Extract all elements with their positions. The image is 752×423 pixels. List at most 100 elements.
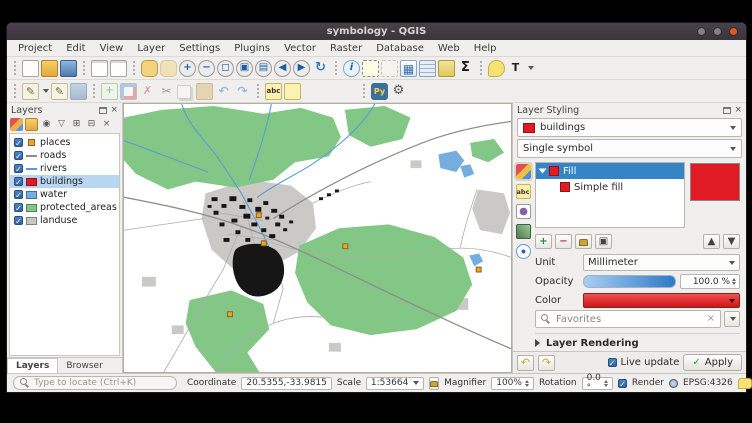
- style-undo-button[interactable]: ↶: [517, 355, 534, 371]
- pan-map-icon[interactable]: [141, 60, 158, 77]
- vertex-tool-icon[interactable]: [120, 83, 137, 100]
- spin-up-icon[interactable]: [525, 380, 529, 383]
- duplicate-symbol-layer-button[interactable]: ▣: [595, 234, 612, 249]
- layer-row-water[interactable]: ✓ water: [10, 188, 119, 201]
- undo-icon[interactable]: ↶: [215, 83, 232, 100]
- spin-arrows[interactable]: [525, 380, 529, 387]
- symbology-tab-icon[interactable]: [516, 164, 531, 179]
- menu-edit[interactable]: Edit: [59, 42, 92, 55]
- toolbar-handle[interactable]: [257, 84, 259, 98]
- spin-down-icon[interactable]: [732, 282, 736, 285]
- symbol-type-select[interactable]: Single symbol: [517, 139, 742, 158]
- zoom-to-selection-icon[interactable]: ▣: [236, 60, 253, 77]
- measure-icon[interactable]: [438, 60, 455, 77]
- text-annotation-icon[interactable]: T: [507, 60, 524, 77]
- menu-web[interactable]: Web: [431, 42, 467, 55]
- toolbar-handle[interactable]: [93, 84, 95, 98]
- menu-project[interactable]: Project: [11, 42, 59, 55]
- spin-down-icon[interactable]: [525, 384, 529, 387]
- layer-checkbox[interactable]: ✓: [14, 203, 23, 212]
- clear-search-icon[interactable]: ×: [707, 314, 715, 324]
- zoom-last-icon[interactable]: ◀: [274, 60, 291, 77]
- pan-to-selection-icon[interactable]: [160, 60, 177, 77]
- new-print-layout-icon[interactable]: [91, 60, 108, 77]
- layer-checkbox[interactable]: ✓: [14, 177, 23, 186]
- zoom-in-icon[interactable]: +: [179, 60, 196, 77]
- layer-row-landuse[interactable]: ✓ landuse: [10, 214, 119, 227]
- current-edits-dropdown-arrow[interactable]: [43, 89, 49, 93]
- refresh-map-icon[interactable]: ↻: [312, 60, 329, 77]
- menu-plugins[interactable]: Plugins: [227, 42, 277, 55]
- layer-rendering-section[interactable]: Layer Rendering: [535, 333, 740, 352]
- favorites-search[interactable]: Favorites ×: [535, 310, 721, 328]
- live-update-checkbox[interactable]: ✓: [608, 358, 617, 367]
- coordinate-field[interactable]: 20.5355,-33.9815: [241, 377, 332, 390]
- close-button[interactable]: [729, 27, 738, 36]
- filter-legend-icon[interactable]: ▽: [55, 118, 68, 131]
- save-project-icon[interactable]: [60, 60, 77, 77]
- close-panel-icon[interactable]: ×: [110, 106, 118, 114]
- spin-arrows[interactable]: [732, 278, 736, 285]
- layer-row-buildings[interactable]: ✓ buildings: [10, 175, 119, 188]
- move-symbol-down-button[interactable]: ▼: [723, 234, 740, 249]
- add-symbol-layer-button[interactable]: +: [535, 234, 552, 249]
- delete-selected-icon[interactable]: ✗: [139, 83, 156, 100]
- manage-map-themes-icon[interactable]: ◉: [40, 118, 53, 131]
- render-checkbox[interactable]: ✓: [618, 379, 627, 388]
- minimize-button[interactable]: [697, 27, 706, 36]
- color-button[interactable]: [583, 293, 740, 308]
- labels-tab-icon[interactable]: abc: [516, 184, 531, 199]
- toolbar-handle[interactable]: [480, 61, 482, 75]
- opacity-slider[interactable]: [583, 275, 676, 288]
- log-messages-icon[interactable]: [488, 60, 505, 77]
- add-feature-icon[interactable]: +: [101, 83, 118, 100]
- menu-help[interactable]: Help: [467, 42, 504, 55]
- crs-button[interactable]: EPSG:4326: [683, 378, 733, 388]
- tree-expander-icon[interactable]: [539, 169, 547, 174]
- python-console-icon[interactable]: Py: [371, 83, 388, 100]
- tab-browser[interactable]: Browser: [58, 358, 110, 373]
- layer-checkbox[interactable]: ✓: [14, 151, 23, 160]
- undock-panel-icon[interactable]: [99, 107, 107, 114]
- copy-features-icon[interactable]: [177, 85, 191, 99]
- undock-panel-icon[interactable]: [723, 107, 731, 114]
- layer-row-roads[interactable]: ✓ roads: [10, 149, 119, 162]
- magnifier-spinbox[interactable]: 100%: [491, 377, 534, 390]
- layer-diagram-icon[interactable]: [284, 83, 301, 100]
- save-layer-edits-icon[interactable]: [70, 83, 87, 100]
- spin-arrows[interactable]: [604, 380, 608, 387]
- current-edits-icon[interactable]: ✎: [22, 83, 39, 100]
- remove-symbol-layer-button[interactable]: −: [555, 234, 572, 249]
- layer-row-rivers[interactable]: ✓ rivers: [10, 162, 119, 175]
- map-canvas[interactable]: [123, 103, 512, 373]
- locate-input[interactable]: Type to locate (Ctrl+K): [13, 376, 177, 390]
- layer-checkbox[interactable]: ✓: [14, 216, 23, 225]
- select-features-icon[interactable]: [362, 60, 379, 77]
- collapse-arrow-icon[interactable]: [535, 339, 540, 347]
- collapse-all-icon[interactable]: ⊟: [85, 118, 98, 131]
- tab-layers[interactable]: Layers: [7, 358, 58, 373]
- layout-manager-icon[interactable]: [110, 60, 127, 77]
- remove-layer-icon[interactable]: ×: [100, 118, 113, 131]
- spin-down-icon[interactable]: [604, 384, 608, 387]
- add-group-icon[interactable]: [25, 118, 38, 131]
- move-symbol-up-button[interactable]: ▲: [703, 234, 720, 249]
- favorites-dropdown-button[interactable]: [724, 311, 740, 327]
- toolbar-handle[interactable]: [133, 61, 135, 75]
- color-dropdown-arrow[interactable]: [729, 299, 735, 303]
- attribute-table-icon[interactable]: ▦: [400, 60, 417, 77]
- toggle-editing-icon[interactable]: ✎: [51, 83, 68, 100]
- toolbar-handle[interactable]: [83, 61, 85, 75]
- annotation-dropdown-arrow[interactable]: [528, 66, 534, 70]
- menu-raster[interactable]: Raster: [323, 42, 369, 55]
- rotation-spinbox[interactable]: 0.0 °: [582, 377, 613, 390]
- zoom-out-icon[interactable]: −: [198, 60, 215, 77]
- symbol-tree-simple-fill-row[interactable]: Simple fill: [536, 179, 684, 195]
- zoom-to-layer-icon[interactable]: ▤: [255, 60, 272, 77]
- deselect-features-icon[interactable]: [381, 60, 398, 77]
- processing-toolbox-icon[interactable]: ⚙: [390, 83, 407, 100]
- redo-icon[interactable]: ↷: [234, 83, 251, 100]
- layer-checkbox[interactable]: ✓: [14, 138, 23, 147]
- messages-icon[interactable]: [738, 378, 752, 389]
- close-panel-icon[interactable]: ×: [734, 106, 742, 114]
